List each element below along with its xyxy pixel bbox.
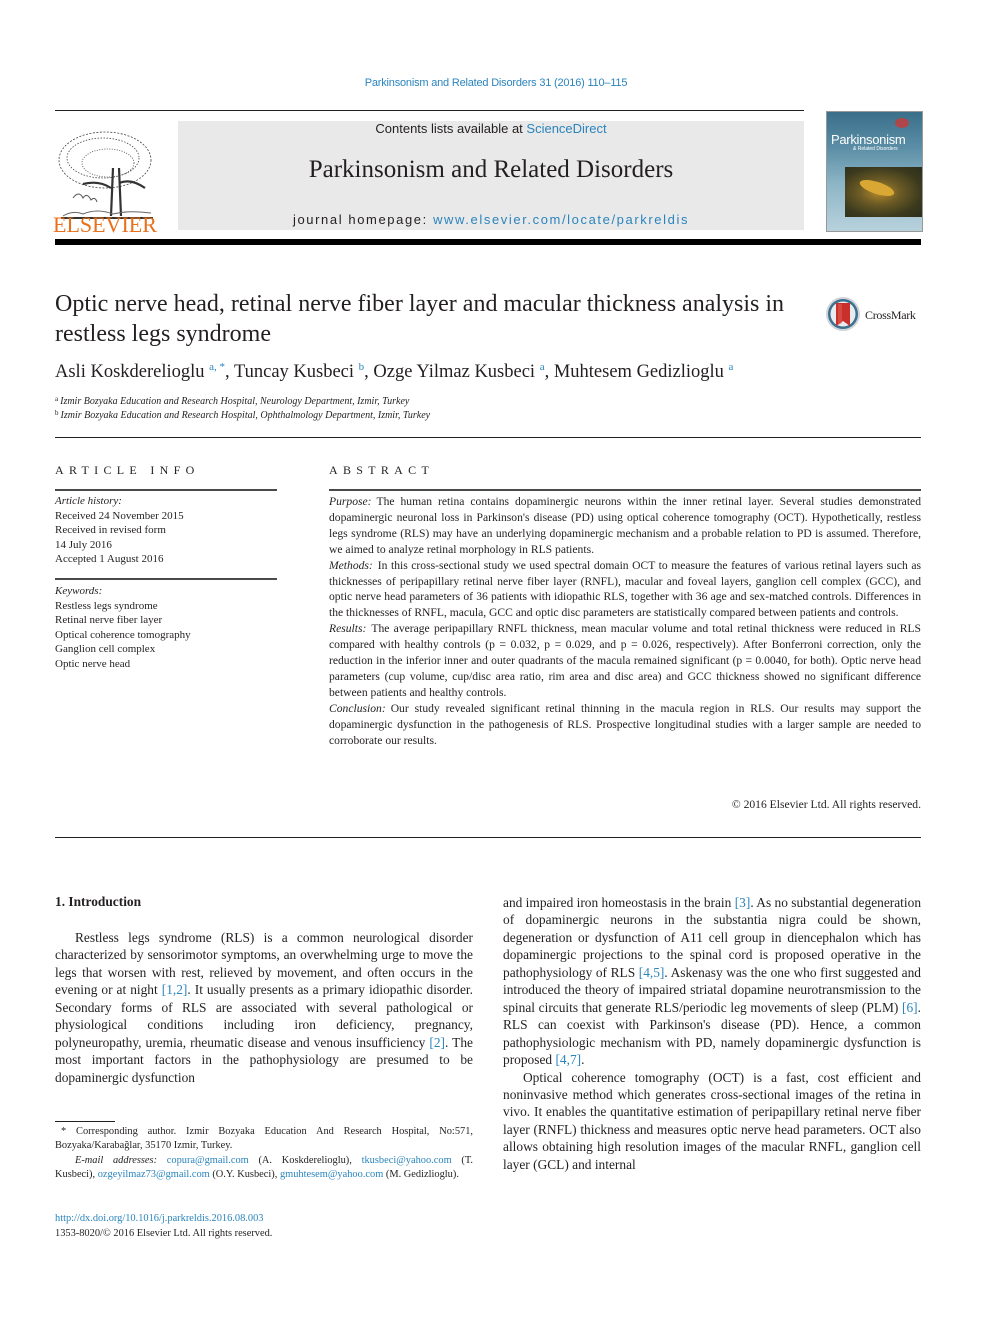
- keyword: Restless legs syndrome: [55, 599, 158, 612]
- article-info-heading: ARTICLE INFO: [55, 463, 200, 477]
- email-link[interactable]: copura@gmail.com: [167, 1155, 249, 1166]
- author-name[interactable]: Ozge Yilmaz Kusbeci: [373, 362, 535, 382]
- abstract-section-label: Purpose:: [329, 495, 372, 508]
- body-column-left: Restless legs syndrome (RLS) is a common…: [55, 929, 473, 1086]
- divider: [55, 489, 277, 491]
- author-name[interactable]: Asli Koskderelioglu: [55, 362, 205, 382]
- email-label: E-mail addresses:: [75, 1154, 158, 1166]
- cover-title: Parkinsonism: [831, 132, 906, 147]
- article-title: Optic nerve head, retinal nerve fiber la…: [55, 291, 785, 347]
- abstract-section-text: Our study revealed significant retinal t…: [329, 701, 921, 747]
- contents-prefix: Contents lists available at: [375, 121, 527, 136]
- footnotes: * Corresponding author. Izmir Bozyaka Ed…: [55, 1125, 473, 1182]
- journal-name: Parkinsonism and Related Disorders: [308, 156, 674, 183]
- doi-block: http://dx.doi.org/10.1016/j.parkreldis.2…: [55, 1211, 272, 1241]
- cover-subtitle: & Related Disorders: [853, 146, 898, 152]
- email-addresses: E-mail addresses: copura@gmail.com (A. K…: [55, 1154, 473, 1183]
- abstract-body: Purpose: The human retina contains dopami…: [329, 494, 921, 749]
- email-owner: (A. Koskderelioglu),: [248, 1154, 362, 1166]
- author-name[interactable]: Tuncay Kusbeci: [234, 362, 354, 382]
- keyword: Optic nerve head: [55, 657, 131, 670]
- abstract-results: Results: The average peripapillary RNFL t…: [329, 621, 921, 701]
- author-name[interactable]: Muhtesem Gedizlioglu: [554, 362, 724, 382]
- keyword: Ganglion cell complex: [55, 643, 156, 655]
- citation-link[interactable]: [2]: [429, 1035, 445, 1050]
- citation-link[interactable]: [3]: [735, 895, 751, 910]
- header-rule: [55, 110, 804, 111]
- keyword: Optical coherence tomography: [55, 628, 191, 641]
- author-affiliation-mark[interactable]: a: [729, 361, 734, 373]
- divider: [55, 437, 921, 438]
- doi-link[interactable]: http://dx.doi.org/10.1016/j.parkreldis.2…: [55, 1213, 263, 1224]
- homepage-prefix: journal homepage:: [292, 212, 434, 227]
- author-separator: ,: [544, 362, 554, 382]
- abstract-heading: ABSTRACT: [329, 463, 435, 477]
- keywords: Keywords: Restless legs syndrome Retinal…: [55, 584, 275, 671]
- citation-link[interactable]: [1,2]: [162, 982, 188, 997]
- journal-citation-link[interactable]: Parkinsonism and Related Disorders 31 (2…: [0, 77, 992, 89]
- abstract-section-text: The average peripapillary RNFL thickness…: [329, 622, 921, 699]
- abstract-copyright: © 2016 Elsevier Ltd. All rights reserved…: [731, 798, 921, 811]
- abstract-section-label: Conclusion:: [329, 701, 386, 715]
- divider: [329, 489, 921, 491]
- author-list: Asli Koskderelioglu a, *, Tuncay Kusbeci…: [55, 361, 733, 383]
- history-label: Article history:: [55, 495, 122, 507]
- affiliation-mark: a: [55, 395, 59, 403]
- abstract-conclusion: Conclusion: Our study revealed significan…: [329, 701, 921, 749]
- keyword: Retinal nerve fiber layer: [55, 614, 163, 626]
- section-heading-introduction: 1. Introduction: [55, 894, 142, 909]
- body-paragraph: and impaired iron homeostasis in the bra…: [503, 894, 921, 1069]
- citation-link[interactable]: [4,5]: [639, 965, 665, 980]
- author-affiliation-mark[interactable]: a, *: [209, 361, 225, 373]
- email-link[interactable]: gmuhtesem@yahoo.com: [280, 1169, 383, 1180]
- history-item: 14 July 2016: [55, 538, 112, 551]
- crossmark-label: CrossMark: [865, 308, 916, 322]
- abstract-section-label: Results:: [329, 622, 367, 636]
- sciencedirect-link[interactable]: ScienceDirect: [526, 121, 606, 136]
- email-owner: (O.Y. Kusbeci),: [209, 1168, 280, 1180]
- history-item: Received in revised form: [55, 524, 166, 536]
- body-text: .: [581, 1052, 585, 1068]
- history-item: Received 24 November 2015: [55, 509, 184, 522]
- abstract-section-label: Methods:: [329, 558, 373, 572]
- crossmark-icon: [826, 297, 860, 331]
- cover-society-badge-icon: [895, 118, 909, 128]
- email-link[interactable]: ozgeyilmaz73@gmail.com: [98, 1169, 210, 1180]
- article-history: Article history: Received 24 November 20…: [55, 494, 275, 567]
- abstract-methods: Methods: In this cross-sectional study we…: [329, 558, 921, 622]
- citation-link[interactable]: [4,7]: [555, 1052, 581, 1067]
- affiliation-b: b Izmir Bozyaka Education and Research Ho…: [55, 409, 430, 421]
- issn-copyright: 1353-8020/© 2016 Elsevier Ltd. All right…: [55, 1228, 273, 1239]
- abstract-purpose: Purpose: The human retina contains dopami…: [329, 494, 921, 558]
- history-item: Accepted 1 August 2016: [55, 553, 164, 565]
- divider: [55, 578, 277, 580]
- abstract-section-text: The human retina contains dopaminergic n…: [329, 495, 921, 556]
- masthead-thick-rule: [55, 239, 921, 245]
- affiliation-text: Izmir Bozyaka Education and Research Hos…: [60, 410, 431, 421]
- keywords-label: Keywords:: [55, 585, 103, 597]
- citation-link[interactable]: [6]: [902, 1000, 918, 1015]
- body-paragraph: Restless legs syndrome (RLS) is a common…: [55, 929, 473, 1086]
- affiliation-a: a Izmir Bozyaka Education and Research Ho…: [55, 395, 409, 407]
- journal-homepage-line: journal homepage: www.elsevier.com/locat…: [178, 212, 804, 227]
- body-paragraph: Optical coherence tomography (OCT) is a …: [503, 1069, 921, 1172]
- author-separator: ,: [225, 362, 234, 382]
- corresponding-author-note: * Corresponding author. Izmir Bozyaka Ed…: [55, 1126, 473, 1152]
- email-link[interactable]: tkusbeci@yahoo.com: [362, 1155, 452, 1166]
- journal-cover-thumbnail[interactable]: Parkinsonism & Related Disorders: [826, 111, 923, 232]
- abstract-section-text: In this cross-sectional study we used sp…: [329, 558, 921, 620]
- body-text: and impaired iron homeostasis in the bra…: [503, 895, 735, 910]
- crossmark-button[interactable]: CrossMark: [825, 296, 925, 336]
- affiliation-mark: b: [55, 409, 59, 417]
- divider: [55, 837, 921, 838]
- contents-line: Contents lists available at ScienceDirec…: [178, 121, 804, 136]
- footnote-rule: [55, 1121, 115, 1122]
- email-owner: (M. Gedizlioglu).: [383, 1168, 459, 1180]
- journal-homepage-link[interactable]: www.elsevier.com/locate/parkreldis: [433, 212, 689, 227]
- affiliation-text: Izmir Bozyaka Education and Research Hos…: [60, 396, 410, 407]
- body-column-right: and impaired iron homeostasis in the bra…: [503, 894, 921, 1173]
- publisher-logo-text: ELSEVIER: [53, 212, 157, 237]
